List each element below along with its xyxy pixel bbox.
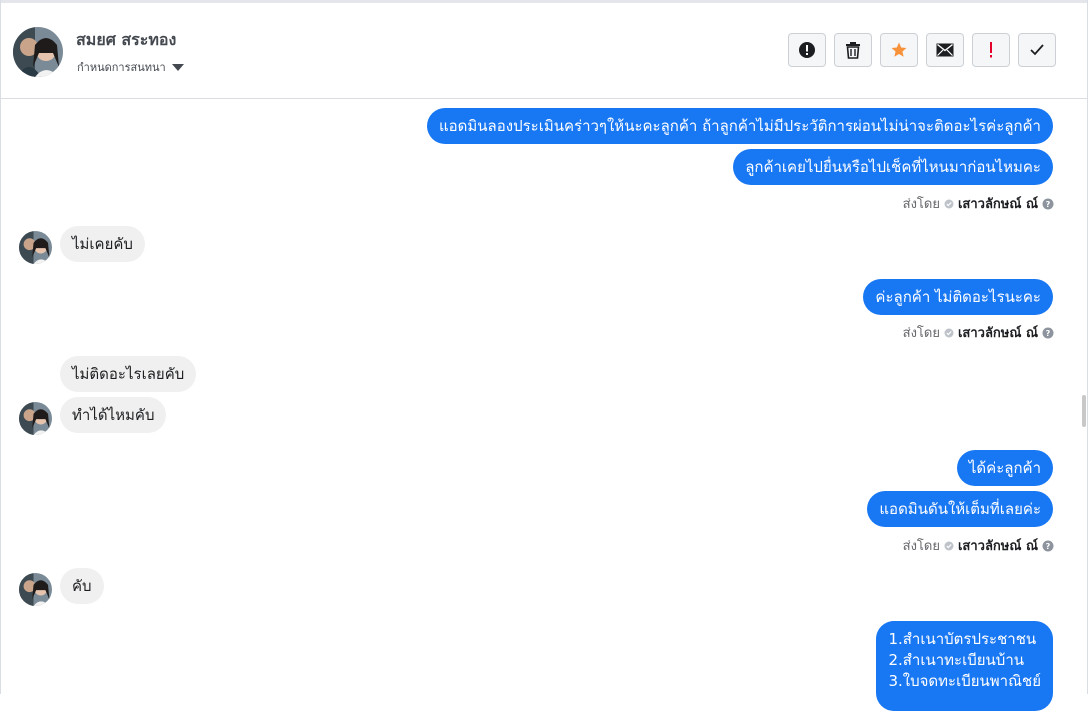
caret-down-icon (171, 63, 184, 71)
agent-name: เสาวลักษณ์ ณ์ (957, 539, 1038, 554)
message-text: แอดมินลองประเมินคร่าวๆให้นะคะลูกค้า ถ้าล… (439, 117, 1041, 135)
message-text: ทำได้ไหมคับ (72, 406, 155, 424)
sent-by-info: ส่งโดย เสาวลักษณ์ ณ์ ? (903, 322, 1054, 343)
verified-icon (944, 328, 954, 337)
exclamation-icon (990, 42, 992, 58)
mark-done-button[interactable] (1018, 33, 1056, 67)
star-icon (891, 42, 907, 57)
incoming-message[interactable]: ทำได้ไหมคับ (60, 397, 167, 433)
incoming-message[interactable]: ไม่ติดอะไรเลยคับ (60, 356, 197, 392)
trash-icon (846, 42, 860, 59)
svg-text:?: ? (1046, 542, 1051, 551)
message-text: ค่ะลูกค้า ไม่ติดอะไรนะคะ (875, 288, 1041, 306)
delete-button[interactable] (834, 33, 872, 67)
message-line: 1.สำเนาบัตรประชาชน (888, 630, 1037, 648)
verified-icon (944, 541, 954, 550)
message-text: ลูกค้าเคยไปยื่นหรือไปเช็คที่ไหนมาก่อนไหม… (745, 158, 1041, 176)
help-icon[interactable]: ? (1042, 327, 1054, 339)
contact-avatar[interactable] (13, 27, 63, 77)
outgoing-message[interactable]: ค่ะลูกค้า ไม่ติดอะไรนะคะ (863, 279, 1053, 315)
sent-by-info: ส่งโดย เสาวลักษณ์ ณ์ ? (903, 193, 1054, 214)
scrollbar-thumb[interactable] (1082, 395, 1086, 427)
check-icon (1030, 44, 1044, 56)
mark-unread-button[interactable] (926, 33, 964, 67)
message-text: ไม่เคยคับ (72, 235, 133, 253)
contact-avatar-small[interactable] (19, 402, 52, 435)
message-text: แอดมินดันให้เต็มที่เลยค่ะ (879, 500, 1041, 518)
outgoing-message[interactable]: แอดมินลองประเมินคร่าวๆให้นะคะลูกค้า ถ้าล… (427, 108, 1053, 144)
contact-avatar-small[interactable] (19, 231, 52, 264)
contact-avatar-small[interactable] (19, 573, 52, 606)
help-icon[interactable]: ? (1042, 198, 1054, 210)
svg-text:?: ? (1046, 329, 1051, 338)
message-line: 3.ใบจดทะเบียนพาณิชย์ (888, 672, 1041, 690)
incoming-message[interactable]: คับ (60, 568, 104, 604)
report-button[interactable] (788, 33, 826, 67)
follow-up-button[interactable] (972, 33, 1010, 67)
outgoing-message[interactable]: ได้ค่ะลูกค้า (956, 450, 1053, 486)
message-text: คับ (72, 577, 92, 595)
sent-by-info: ส่งโดย เสาวลักษณ์ ณ์ ? (903, 535, 1054, 556)
assign-conversation-dropdown[interactable]: กำหนดการสนทนา (77, 58, 184, 76)
star-button[interactable] (880, 33, 918, 67)
action-toolbar (788, 33, 1056, 67)
message-text: ได้ค่ะลูกค้า (968, 459, 1041, 477)
assign-label: กำหนดการสนทนา (77, 61, 166, 74)
sent-by-label: ส่งโดย (902, 197, 940, 212)
envelope-icon (936, 43, 954, 57)
agent-name: เสาวลักษณ์ ณ์ (957, 326, 1038, 341)
message-line: 2.สำเนาทะเบียนบ้าน (888, 651, 1024, 669)
outgoing-message[interactable]: 1.สำเนาบัตรประชาชน 2.สำเนาทะเบียนบ้าน 3.… (876, 621, 1053, 711)
verified-icon (944, 199, 954, 208)
message-text: ไม่ติดอะไรเลยคับ (72, 365, 185, 383)
message-list[interactable]: แอดมินลองประเมินคร่าวๆให้นะคะลูกค้า ถ้าล… (1, 99, 1087, 711)
conversation-header: สมยศ สระทอง กำหนดการสนทนา (1, 3, 1087, 99)
help-icon[interactable]: ? (1042, 540, 1054, 552)
contact-name: สมยศ สระทอง (76, 30, 177, 49)
outgoing-message[interactable]: แอดมินดันให้เต็มที่เลยค่ะ (867, 491, 1053, 527)
sent-by-label: ส่งโดย (902, 539, 940, 554)
incoming-message[interactable]: ไม่เคยคับ (60, 226, 145, 262)
alert-circle-icon (799, 42, 815, 58)
svg-text:?: ? (1046, 200, 1051, 209)
outgoing-message[interactable]: ลูกค้าเคยไปยื่นหรือไปเช็คที่ไหนมาก่อนไหม… (733, 149, 1053, 185)
agent-name: เสาวลักษณ์ ณ์ (957, 197, 1038, 212)
sent-by-label: ส่งโดย (902, 326, 940, 341)
